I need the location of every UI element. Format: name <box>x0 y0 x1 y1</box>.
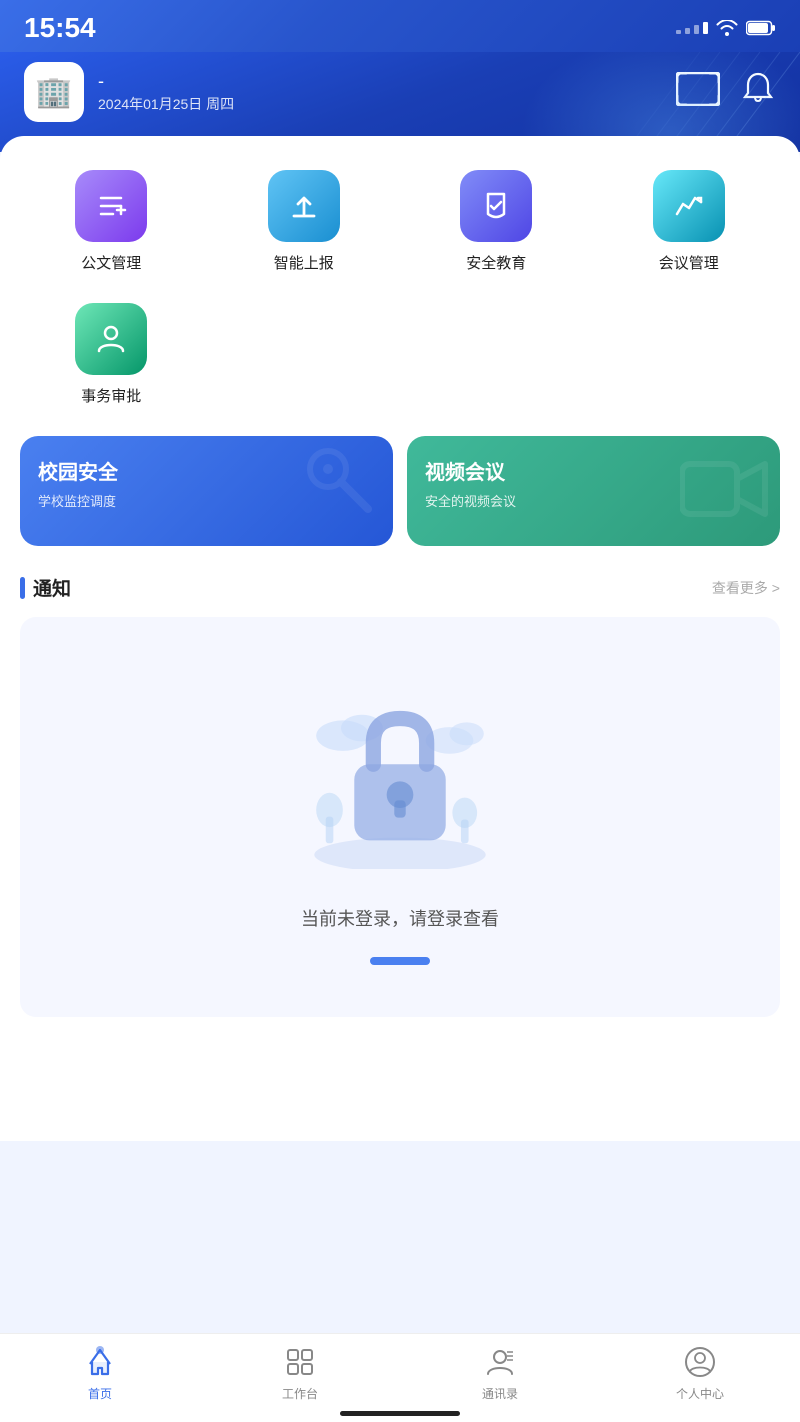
bottom-nav: 首页 工作台 通讯录 <box>0 1333 800 1422</box>
video-meeting-card[interactable]: 视频会议 安全的视频会议 <box>407 436 780 546</box>
scan-button[interactable] <box>676 72 720 113</box>
gongwen-icon <box>75 170 147 242</box>
huiyi-icon <box>653 170 725 242</box>
contacts-nav-icon <box>482 1344 518 1380</box>
login-btn-indicator[interactable] <box>370 957 430 965</box>
app-item-shiwu[interactable]: 事务审批 <box>20 293 203 416</box>
nav-home[interactable]: 首页 <box>0 1344 200 1402</box>
app-item-shangbao[interactable]: 智能上报 <box>213 160 396 283</box>
huiyi-label: 会议管理 <box>659 252 719 273</box>
notice-section-header: 通知 查看更多 > <box>20 574 780 601</box>
notification-button[interactable] <box>740 71 776 114</box>
profile-nav-icon <box>682 1344 718 1380</box>
bell-icon <box>740 71 776 107</box>
status-bar: 15:54 <box>0 0 800 52</box>
nav-profile[interactable]: 个人中心 <box>600 1344 800 1402</box>
home-nav-label: 首页 <box>88 1385 112 1402</box>
app-item-gongwen[interactable]: 公文管理 <box>20 160 203 283</box>
feature-cards: 校园安全 学校监控调度 视频会议 安全的视频会议 <box>20 436 780 546</box>
campus-security-card[interactable]: 校园安全 学校监控调度 <box>20 436 393 546</box>
profile-nav-label: 个人中心 <box>676 1385 724 1402</box>
video-meeting-bg-icon <box>680 454 770 538</box>
notice-title-text: 通知 <box>33 574 71 601</box>
shangbao-icon <box>268 170 340 242</box>
signal-icon <box>676 22 708 34</box>
anquan-label: 安全教育 <box>466 252 526 273</box>
app-item-huiyi[interactable]: 会议管理 <box>598 160 781 283</box>
header-date: 2024年01月25日 周四 <box>98 94 234 114</box>
campus-security-bg-icon <box>293 444 383 538</box>
status-icons <box>676 20 776 36</box>
section-title-bar <box>20 577 25 599</box>
notice-empty-text: 当前未登录，请登录查看 <box>301 905 499 931</box>
header-right <box>676 71 776 114</box>
header-title-area: - 2024年01月25日 周四 <box>98 71 234 114</box>
app-grid: 公文管理 智能上报 安全教育 <box>20 160 780 416</box>
header-dash: - <box>98 71 234 92</box>
shiwu-icon <box>75 303 147 375</box>
app-item-anquan[interactable]: 安全教育 <box>405 160 588 283</box>
shiwu-label: 事务审批 <box>81 385 141 406</box>
workbench-nav-label: 工作台 <box>282 1385 318 1402</box>
home-nav-icon <box>82 1344 118 1380</box>
main-content: 公文管理 智能上报 安全教育 <box>0 136 800 1141</box>
app-logo: 🏢 <box>24 62 84 122</box>
notice-empty: 当前未登录，请登录查看 <box>20 617 780 1017</box>
contacts-nav-label: 通讯录 <box>482 1385 518 1402</box>
logo-icon: 🏢 <box>35 75 72 110</box>
scan-icon <box>676 72 720 106</box>
workbench-nav-icon <box>282 1344 318 1380</box>
notice-more-button[interactable]: 查看更多 > <box>712 578 780 598</box>
notice-title: 通知 <box>20 574 71 601</box>
status-time: 15:54 <box>24 12 96 44</box>
shangbao-label: 智能上报 <box>274 252 334 273</box>
nav-contacts[interactable]: 通讯录 <box>400 1344 600 1402</box>
nav-workbench[interactable]: 工作台 <box>200 1344 400 1402</box>
battery-icon <box>746 20 776 36</box>
home-indicator <box>340 1411 460 1416</box>
lock-illustration <box>300 659 500 879</box>
header-left: 🏢 - 2024年01月25日 周四 <box>24 62 234 122</box>
wifi-icon <box>716 20 738 36</box>
anquan-icon <box>460 170 532 242</box>
gongwen-label: 公文管理 <box>81 252 141 273</box>
